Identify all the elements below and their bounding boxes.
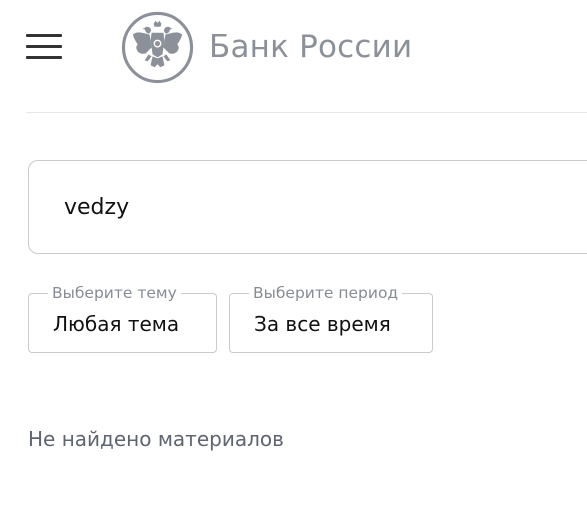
period-select-value: За все время bbox=[254, 312, 391, 336]
topic-select[interactable]: Выберите тему Любая тема bbox=[28, 283, 217, 353]
topic-select-label: Выберите тему bbox=[48, 283, 181, 303]
header-divider bbox=[26, 112, 587, 113]
logo-text: Банк России bbox=[209, 29, 413, 65]
search-box[interactable] bbox=[28, 160, 587, 254]
period-select-label: Выберите период bbox=[249, 283, 403, 303]
search-input[interactable] bbox=[64, 191, 544, 223]
menu-button[interactable] bbox=[26, 34, 62, 60]
double-headed-eagle-emblem-icon bbox=[121, 11, 194, 83]
empty-results-message: Не найдено материалов bbox=[28, 427, 284, 451]
topic-select-value: Любая тема bbox=[53, 312, 180, 336]
period-select[interactable]: Выберите период За все время bbox=[229, 283, 433, 353]
logo-link[interactable]: Банк России bbox=[121, 10, 412, 84]
site-header: Банк России bbox=[0, 0, 587, 112]
hamburger-menu-icon bbox=[26, 34, 62, 37]
